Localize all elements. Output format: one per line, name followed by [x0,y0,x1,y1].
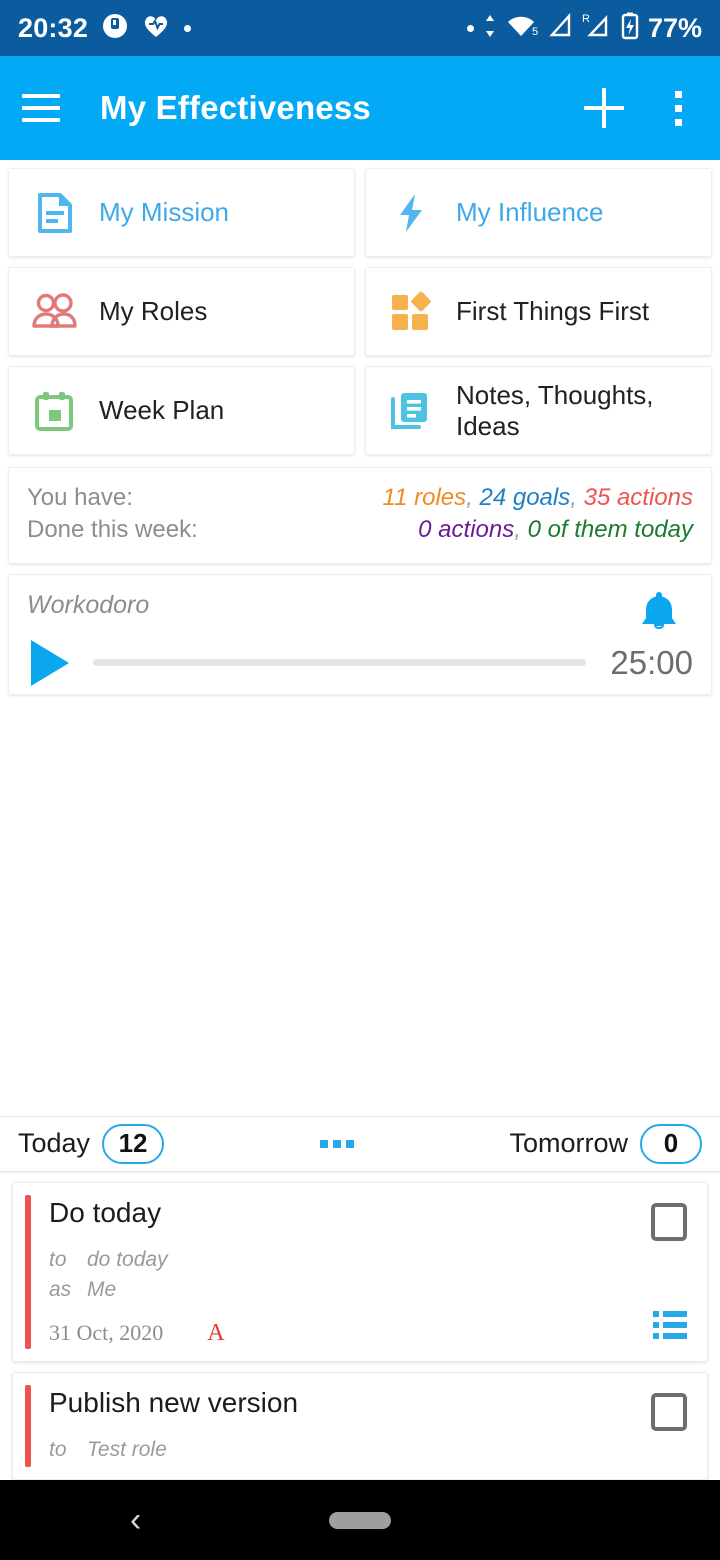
stat-sep: , [466,484,480,511]
grid-item-label: My Roles [99,296,208,326]
day-bar: Today 12 Tomorrow 0 [0,1115,720,1172]
bell-icon[interactable] [637,589,681,640]
workodoro-title: Workodoro [27,590,150,619]
task-title: Do today [49,1196,162,1228]
status-bar-left: 20:32 [18,12,192,44]
battery-charging-icon [621,12,639,45]
stat-actions: 35 actions [583,484,693,511]
lightning-icon [388,190,434,236]
data-transfer-icon [483,13,497,44]
stat-sep: , [570,484,584,511]
status-time: 20:32 [18,12,89,43]
task-body: Do today to do today as Me 31 Oct, 2020 A [31,1183,707,1361]
task-card[interactable]: Publish new version to Test role [12,1371,708,1480]
stat-sep: , [514,516,528,544]
stats-done-label: Done this week: [27,516,198,544]
task-to-value: do today [87,1247,168,1271]
svg-text:5: 5 [532,26,538,38]
tomorrow-label: Tomorrow [509,1128,628,1159]
three-dots-icon[interactable] [319,1139,354,1148]
grid-item-my-roles[interactable]: My Roles [8,267,355,356]
back-chevron-icon[interactable]: ‹ [130,1503,141,1537]
home-pill-icon[interactable] [329,1511,391,1529]
calendar-icon [31,388,77,434]
task-meta: to Test role [49,1435,691,1465]
kebab-icon[interactable] [658,80,698,136]
grid-item-week-plan[interactable]: Week Plan [8,366,355,455]
grid-item-label: My Influence [456,197,604,227]
task-title: Publish new version [49,1386,299,1418]
task-as-key: as [49,1278,72,1302]
signal-icon [549,12,573,44]
dot-icon [466,24,474,32]
quadrant-icon [388,289,434,335]
wifi-5-icon: 5 [506,13,540,44]
task-to-key: to [49,1437,67,1461]
grid-item-label: First Things First [456,296,650,326]
people-icon [31,289,77,335]
bottom-section: Today 12 Tomorrow 0 Do today to do today … [0,1115,720,1480]
task-flag: A [207,1319,225,1346]
plus-icon[interactable] [576,80,632,136]
status-bar-right: 5 R 77% [466,12,702,45]
stats-row-have: You have: 11 roles, 24 goals, 35 actions [27,482,693,514]
task-as-value: Me [87,1278,117,1302]
workodoro-card: Workodoro 25:00 [8,573,712,695]
checkbox-empty-icon[interactable] [651,1392,687,1431]
stats-card: You have: 11 roles, 24 goals, 35 actions… [8,467,712,564]
hamburger-icon[interactable] [22,94,60,122]
grid-item-first-things-first[interactable]: First Things First [365,267,712,356]
task-to-key: to [49,1247,67,1271]
app-bar: My Effectiveness [0,56,720,160]
stat-done-today: 0 of them today [527,516,693,544]
system-nav-bar: ‹ [0,1480,720,1560]
heart-icon [142,13,170,44]
workodoro-time: 25:00 [610,643,693,681]
svg-text:R: R [582,13,590,25]
stats-done-values: 0 actions, 0 of them today [418,514,693,546]
grid-item-my-influence[interactable]: My Influence [365,168,712,257]
notes-icon [388,388,434,434]
tab-today[interactable]: Today 12 [18,1123,165,1164]
feature-grid: My Mission My Influence My Roles First T… [0,160,720,455]
grid-item-my-mission[interactable]: My Mission [8,168,355,257]
checkbox-empty-icon[interactable] [651,1202,687,1241]
workodoro-controls: 25:00 [27,639,693,686]
app-circle-icon [102,13,128,44]
tab-tomorrow[interactable]: Tomorrow 0 [509,1123,702,1164]
list-icon[interactable] [653,1310,687,1339]
stat-goals: 24 goals [479,484,571,511]
today-label: Today [18,1128,91,1159]
tomorrow-count-badge: 0 [640,1123,702,1164]
grid-item-notes-thoughts-ideas[interactable]: Notes, Thoughts, Ideas [365,366,712,455]
task-body: Publish new version to Test role [31,1373,707,1479]
dot-icon [184,24,192,32]
task-to-value: Test role [87,1437,167,1461]
document-icon [31,190,77,236]
workodoro-progress-slider[interactable] [93,659,587,667]
play-icon[interactable] [31,639,69,686]
roaming-signal-icon: R [582,13,612,44]
stats-have-values: 11 roles, 24 goals, 35 actions [383,482,693,514]
grid-item-label: Week Plan [99,395,225,425]
task-meta: to do today as Me [49,1245,691,1306]
task-footer: 31 Oct, 2020 A [49,1320,691,1347]
stats-row-done: Done this week: 0 actions, 0 of them tod… [27,514,693,546]
status-bar: 20:32 5 R 77% [0,0,720,56]
task-card[interactable]: Do today to do today as Me 31 Oct, 2020 A [12,1181,708,1362]
grid-item-label: My Mission [99,197,230,227]
battery-percent: 77% [647,12,702,43]
page-title: My Effectiveness [100,89,371,126]
task-date: 31 Oct, 2020 [49,1320,164,1346]
stats-have-label: You have: [27,484,133,511]
grid-item-label: Notes, Thoughts, Ideas [456,379,654,441]
stat-roles: 11 roles [382,484,467,511]
today-count-badge: 12 [102,1123,165,1164]
stat-done-actions: 0 actions [418,516,515,544]
